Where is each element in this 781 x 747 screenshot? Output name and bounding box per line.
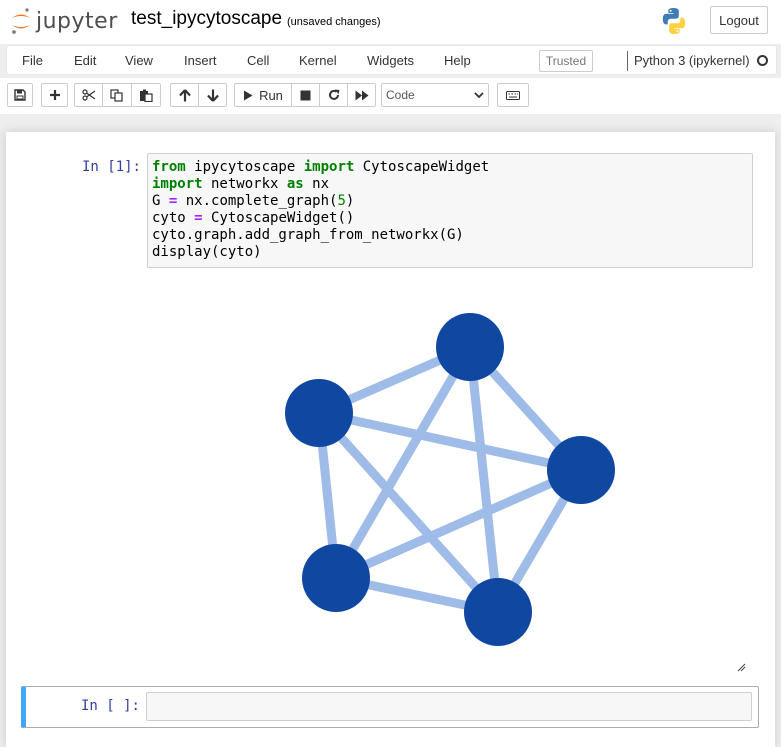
code-token: 5 — [337, 193, 346, 209]
kernel-idle-indicator — [757, 55, 768, 66]
code-token: G — [152, 193, 169, 209]
code-token: nx.complete_graph( — [177, 193, 338, 209]
move-down-button[interactable] — [198, 83, 227, 107]
restart-button[interactable] — [319, 83, 348, 107]
toolbar: Run Code — [0, 78, 781, 114]
fast-forward-icon — [355, 90, 368, 100]
logout-button[interactable]: Logout — [710, 6, 768, 34]
code-token: CytoscapeWidget() — [202, 210, 355, 226]
cell-type-select[interactable]: Code — [381, 83, 489, 107]
cut-button[interactable] — [74, 83, 103, 107]
run-button[interactable]: Run — [234, 83, 292, 107]
cell-prompt: In [ ]: — [80, 698, 140, 714]
restart-icon — [328, 89, 339, 100]
copy-button[interactable] — [102, 83, 132, 107]
trusted-indicator[interactable]: Trusted — [539, 50, 593, 72]
code-token: display(cyto) — [152, 244, 262, 260]
code-token: cyto — [152, 210, 195, 226]
menu-widgets[interactable]: Widgets — [367, 46, 414, 76]
code-token: ipycytoscape — [185, 159, 304, 175]
menu-edit[interactable]: Edit — [74, 46, 96, 76]
graph-node-2[interactable] — [547, 436, 615, 504]
save-icon — [14, 89, 26, 101]
python-logo-icon — [662, 8, 686, 34]
notebook-name[interactable]: test_ipycytoscape — [131, 8, 282, 30]
interrupt-button[interactable] — [291, 83, 320, 107]
code-cell-input[interactable]: from ipycytoscape import CytoscapeWidget… — [147, 153, 753, 268]
code-cell-selected[interactable]: In [ ]: — [21, 686, 759, 728]
save-status: (unsaved changes) — [287, 16, 381, 28]
jupyter-logo-text: jupyter — [36, 8, 118, 34]
code-token: networkx — [202, 176, 287, 192]
code-token: from — [152, 159, 186, 175]
kernel-name[interactable]: Python 3 (ipykernel) — [627, 51, 750, 71]
resize-handle-icon[interactable] — [736, 662, 746, 672]
menubar: File Edit View Insert Cell Kernel Widget… — [6, 45, 777, 75]
code-token: = — [194, 210, 203, 226]
menu-view[interactable]: View — [125, 46, 153, 76]
scissors-icon — [81, 89, 95, 101]
save-button[interactable] — [7, 83, 33, 107]
code-cell-input-empty[interactable] — [146, 692, 752, 721]
code-token: as — [286, 176, 304, 192]
play-icon — [244, 90, 253, 100]
code-token: cyto.graph.add_graph_from_networkx(G) — [152, 227, 464, 243]
jupyter-logo[interactable]: jupyter — [10, 6, 118, 36]
cell-type-value: Code — [386, 88, 415, 102]
plus-icon — [49, 90, 60, 100]
cytoscape-graph[interactable] — [6, 272, 775, 677]
move-up-button[interactable] — [170, 83, 199, 107]
chevron-down-icon — [474, 92, 484, 99]
restart-run-all-button[interactable] — [347, 83, 376, 107]
keyboard-icon — [506, 90, 520, 100]
graph-node-4[interactable] — [464, 578, 532, 646]
menu-insert[interactable]: Insert — [184, 46, 217, 76]
command-palette-button[interactable] — [497, 83, 529, 107]
graph-edge-0-3[interactable] — [332, 344, 474, 581]
header: jupyter test_ipycytoscape (unsaved chang… — [0, 0, 781, 44]
menu-help[interactable]: Help — [444, 46, 471, 76]
notebook-container: In [1]: from ipycytoscape import Cytosca… — [0, 114, 781, 747]
graph-node-3[interactable] — [302, 544, 370, 612]
code-token: import — [303, 159, 355, 175]
code-token: nx — [303, 176, 330, 192]
code-line: import networkx as nx — [152, 176, 748, 193]
notebook-page: In [1]: from ipycytoscape import Cytosca… — [6, 132, 775, 747]
menu-cell[interactable]: Cell — [247, 46, 269, 76]
code-line: display(cyto) — [152, 244, 748, 261]
paste-icon — [140, 89, 153, 102]
stop-icon — [300, 90, 311, 100]
paste-button[interactable] — [131, 83, 161, 107]
code-line: cyto.graph.add_graph_from_networkx(G) — [152, 227, 748, 244]
arrow-down-icon — [206, 89, 219, 102]
code-token: CytoscapeWidget — [354, 159, 490, 175]
jupyter-logo-icon — [12, 8, 30, 34]
insert-cell-button[interactable] — [41, 83, 68, 107]
graph-node-1[interactable] — [285, 379, 353, 447]
cell-prompt: In [1]: — [81, 159, 141, 175]
menu-file[interactable]: File — [22, 46, 43, 76]
code-line: from ipycytoscape import CytoscapeWidget — [152, 159, 748, 176]
code-line: G = nx.complete_graph(5) — [152, 193, 748, 210]
menu-kernel[interactable]: Kernel — [299, 46, 337, 76]
code-line: cyto = CytoscapeWidget() — [152, 210, 748, 227]
graph-edge-0-4[interactable] — [465, 346, 503, 613]
code-token: import — [152, 176, 203, 192]
copy-icon — [110, 88, 123, 102]
graph-node-0[interactable] — [436, 313, 504, 381]
run-label: Run — [259, 87, 283, 103]
arrow-up-icon — [178, 88, 191, 101]
code-token: ) — [345, 193, 355, 209]
